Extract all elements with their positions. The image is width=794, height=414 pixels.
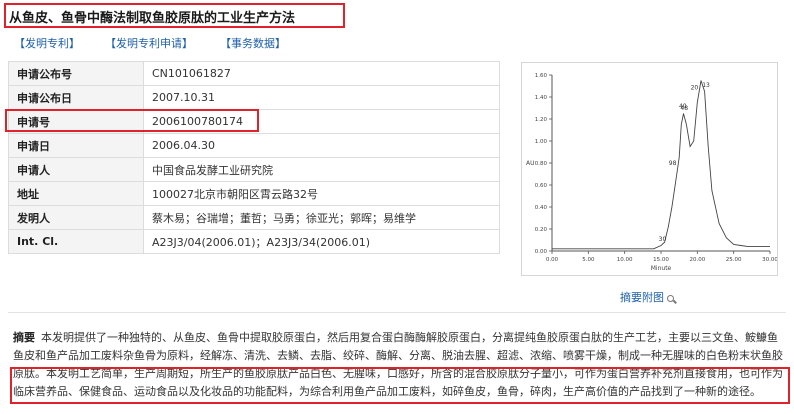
link-patent-application[interactable]: 【发明专利申请】 — [105, 35, 193, 51]
chromatogram-chart: 0.00 0.20 0.40 0.60 0.80 1.00 1.20 1.40 1.60 0.0… — [526, 73, 777, 272]
x-tick-label: 0.00 — [546, 257, 559, 263]
x-ticks: 0.00 5.00 10.00 15.00 20.00 25.00 30.00 — [546, 251, 777, 263]
abstract-highlight-box — [10, 367, 790, 404]
y-tick-label: 1.40 — [535, 95, 548, 101]
field-value: CN101061827 — [143, 61, 500, 86]
application-number-highlight-box — [5, 109, 259, 132]
page-title: 从鱼皮、鱼骨中酶法制取鱼胶原肽的工业生产方法 — [9, 11, 296, 26]
link-transaction-data[interactable]: 【事务数据】 — [220, 35, 286, 51]
series-line — [552, 80, 770, 250]
field-key: 申请日 — [8, 133, 144, 158]
x-tick-label: 10.00 — [617, 257, 633, 263]
y-tick-label: 0.20 — [535, 227, 548, 233]
y-tick-label: 0.80 — [535, 161, 548, 167]
field-key: 申请公布号 — [8, 61, 144, 86]
field-value: 2007.10.31 — [143, 85, 500, 110]
field-value: 2006.04.30 — [143, 133, 500, 158]
table-row: 申请公布号 CN101061827 — [8, 61, 500, 86]
peak-label: 13 — [702, 82, 710, 89]
peak-label: 20 — [691, 84, 699, 91]
y-ticks: 0.00 0.20 0.40 0.60 0.80 1.00 1.20 1.40 1.60 — [535, 73, 552, 255]
x-tick-label: 30.00 — [762, 257, 777, 263]
field-key: 申请公布日 — [8, 85, 144, 110]
field-key: 申请人 — [8, 157, 144, 182]
peak-labels: 3098404820 13 — [659, 82, 710, 243]
x-tick-label: 5.00 — [582, 257, 595, 263]
table-row: Int. Cl. A23J3/04(2006.01)；A23J3/34(2006… — [8, 229, 500, 254]
field-value: 中国食品发酵工业研究院 — [143, 157, 500, 182]
y-tick-label: 0.00 — [535, 249, 548, 255]
y-tick-label: 0.40 — [535, 205, 548, 211]
field-value: 100027北京市朝阳区霄云路32号 — [143, 181, 500, 206]
field-value: A23J3/04(2006.01)；A23J3/34(2006.01) — [143, 229, 500, 254]
table-row: 发明人 蔡木易；谷瑞增；董哲；马勇；徐亚光；郭晖；易维学 — [8, 205, 500, 230]
x-tick-label: 25.00 — [726, 257, 742, 263]
peak-label: 98 — [669, 160, 677, 167]
field-key: 地址 — [8, 181, 144, 206]
y-axis-label: AU — [526, 160, 535, 167]
table-row: 申请人 中国食品发酵工业研究院 — [8, 157, 500, 182]
patent-info-table: 申请公布号 CN101061827 申请公布日 2007.10.31 申请号 2… — [8, 61, 500, 254]
table-row: 申请日 2006.04.30 — [8, 133, 500, 158]
y-tick-label: 1.00 — [535, 139, 548, 145]
table-row: 地址 100027北京市朝阳区霄云路32号 — [8, 181, 500, 206]
field-value: 蔡木易；谷瑞增；董哲；马勇；徐亚光；郭晖；易维学 — [143, 205, 500, 230]
field-key: Int. Cl. — [8, 229, 144, 254]
abstract-label: 摘要 — [13, 331, 35, 344]
peak-label: 30 — [659, 236, 667, 243]
x-tick-label: 20.00 — [689, 257, 705, 263]
y-tick-label: 1.60 — [535, 73, 548, 79]
peak-label: 48 — [680, 105, 688, 112]
field-key: 发明人 — [8, 205, 144, 230]
magnifier-icon — [667, 294, 674, 302]
abstract-figure-link-label: 摘要附图 — [620, 291, 664, 304]
y-tick-label: 0.60 — [535, 183, 548, 189]
abstract-figure[interactable]: 0.00 0.20 0.40 0.60 0.80 1.00 1.20 1.40 1.60 0.0… — [521, 62, 778, 276]
abstract-figure-link[interactable]: 摘要附图 — [620, 289, 674, 305]
divider — [8, 312, 786, 313]
x-tick-label: 15.00 — [653, 257, 669, 263]
link-invention-patent[interactable]: 【发明专利】 — [14, 35, 80, 51]
table-row: 申请公布日 2007.10.31 — [8, 85, 500, 110]
x-axis-label: Minute — [651, 265, 672, 272]
y-tick-label: 1.20 — [535, 117, 548, 123]
